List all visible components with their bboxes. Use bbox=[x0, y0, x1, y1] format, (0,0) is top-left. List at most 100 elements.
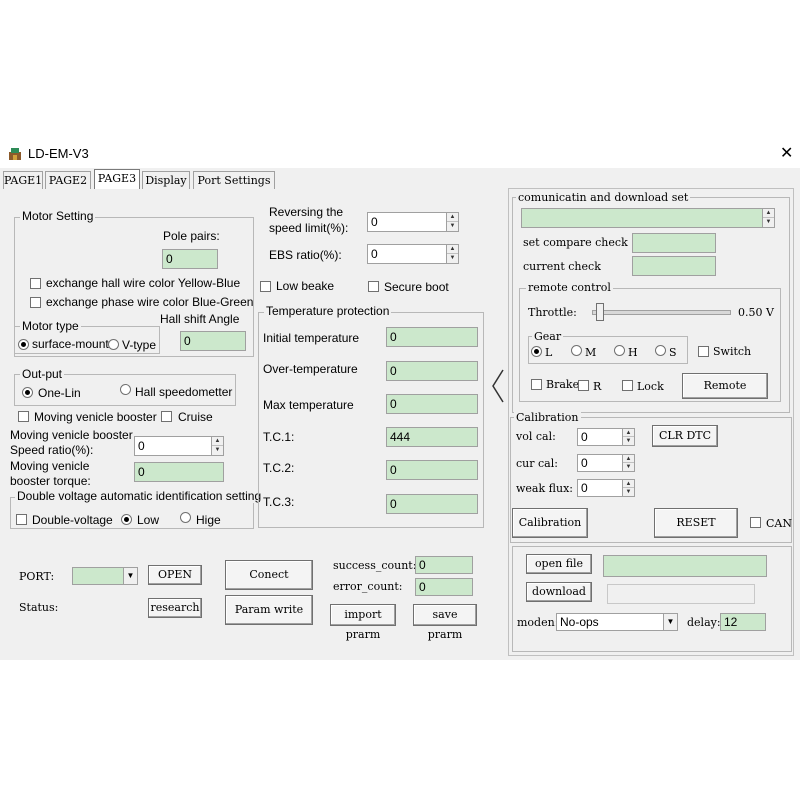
success-count-value: 0 bbox=[415, 556, 473, 574]
low-radio[interactable] bbox=[121, 514, 132, 525]
remote-button[interactable]: Remote bbox=[682, 373, 768, 399]
delay-input[interactable]: 12 bbox=[720, 613, 766, 631]
file-path-field[interactable] bbox=[603, 555, 767, 577]
ebs-label: EBS ratio(%): bbox=[269, 248, 342, 262]
current-check-field[interactable] bbox=[632, 256, 716, 276]
download-progress bbox=[607, 584, 755, 604]
calibration-title: Calibration bbox=[514, 411, 581, 424]
gear-h-radio[interactable] bbox=[614, 345, 625, 356]
research-button[interactable]: research bbox=[148, 598, 202, 618]
temp-row-input[interactable]: 444 bbox=[386, 427, 478, 447]
tab-display[interactable]: Display bbox=[142, 171, 190, 189]
gear-m-radio[interactable] bbox=[571, 345, 582, 356]
calibration-button[interactable]: Calibration bbox=[512, 508, 588, 538]
connect-button[interactable]: Conect bbox=[225, 560, 313, 590]
import-param-button[interactable]: import prarm bbox=[330, 604, 396, 641]
temp-row-input[interactable]: 0 bbox=[386, 394, 478, 414]
can-label: CAN bbox=[766, 517, 792, 530]
open-button[interactable]: OPEN bbox=[148, 565, 202, 585]
cruise-checkbox[interactable] bbox=[161, 411, 172, 422]
torque-label-line2: booster torque: bbox=[10, 474, 91, 488]
tab-page3[interactable]: PAGE3 bbox=[94, 169, 140, 189]
weak-flux-spinner[interactable]: ▲ ▼ bbox=[622, 480, 634, 496]
surface-mount-label: surface-mount bbox=[32, 337, 109, 351]
success-count-label: success_count: bbox=[333, 559, 417, 572]
phase-color-checkbox[interactable] bbox=[30, 297, 41, 308]
temp-row-label: Initial temperature bbox=[263, 331, 360, 345]
temp-row-label: T.C.2: bbox=[263, 461, 295, 475]
vol-cal-label: vol cal: bbox=[516, 430, 556, 443]
reset-button[interactable]: RESET bbox=[654, 508, 738, 538]
gear-l-radio[interactable] bbox=[531, 346, 542, 357]
lock-checkbox[interactable] bbox=[622, 380, 633, 391]
error-count-value: 0 bbox=[415, 578, 473, 596]
surface-mount-radio[interactable] bbox=[18, 339, 29, 350]
double-voltage-checkbox[interactable] bbox=[16, 514, 27, 525]
v-type-radio[interactable] bbox=[108, 339, 119, 350]
vol-cal-spinner[interactable]: ▲ ▼ bbox=[622, 429, 634, 445]
cruise-label: Cruise bbox=[178, 410, 213, 424]
temp-row-input[interactable]: 0 bbox=[386, 361, 478, 381]
secure-boot-label: Secure boot bbox=[384, 280, 449, 294]
high-radio[interactable] bbox=[180, 512, 191, 523]
comm-text-field[interactable] bbox=[521, 208, 775, 228]
throttle-handle[interactable] bbox=[596, 303, 604, 321]
booster-label: Moving venicle booster bbox=[34, 410, 157, 424]
speed-ratio-label-line1: Moving venicle booster bbox=[10, 428, 133, 442]
close-icon[interactable]: ✕ bbox=[780, 143, 793, 163]
moden-select[interactable]: No-ops bbox=[556, 613, 678, 631]
chevron-down-icon[interactable]: ▼ bbox=[123, 568, 137, 584]
ebs-spinner[interactable]: ▲ ▼ bbox=[446, 245, 458, 263]
one-lin-radio[interactable] bbox=[22, 387, 33, 398]
reverse-label-line1: Reversing the bbox=[269, 205, 344, 219]
cur-cal-spinner[interactable]: ▲ ▼ bbox=[622, 455, 634, 471]
gear-m-label: M bbox=[585, 346, 597, 359]
brake-label: Brake bbox=[546, 378, 580, 391]
torque-label-line1: Moving venicle bbox=[10, 459, 90, 473]
throttle-slider[interactable] bbox=[592, 303, 731, 321]
tab-page2[interactable]: PAGE2 bbox=[45, 171, 91, 189]
param-write-button[interactable]: Param write bbox=[225, 595, 313, 625]
tab-page1[interactable]: PAGE1 bbox=[3, 171, 43, 189]
chevron-left-icon[interactable] bbox=[490, 368, 506, 404]
tab-port-settings[interactable]: Port Settings bbox=[193, 171, 275, 189]
app-icon bbox=[9, 148, 21, 160]
secure-boot-checkbox[interactable] bbox=[368, 281, 379, 292]
can-checkbox[interactable] bbox=[750, 517, 761, 528]
hall-speedometer-radio[interactable] bbox=[120, 384, 131, 395]
save-param-button[interactable]: save prarm bbox=[413, 604, 477, 641]
temp-row-label: T.C.3: bbox=[263, 495, 295, 509]
comm-scroll[interactable]: ▲ ▼ bbox=[762, 209, 774, 227]
motor-type-title: Motor type bbox=[20, 319, 81, 333]
main-window: LD-EM-V3 ✕ PAGE1 PAGE2 PAGE3 Display Por… bbox=[0, 140, 800, 660]
reverse-label-line2: speed limit(%): bbox=[269, 221, 349, 235]
set-compare-field[interactable] bbox=[632, 233, 716, 253]
torque-input[interactable]: 0 bbox=[134, 462, 224, 482]
chevron-down-icon[interactable]: ▼ bbox=[663, 614, 677, 630]
temp-row-input[interactable]: 0 bbox=[386, 494, 478, 514]
brake-checkbox[interactable] bbox=[531, 379, 542, 390]
hall-color-checkbox[interactable] bbox=[30, 278, 41, 289]
low-brake-checkbox[interactable] bbox=[260, 281, 271, 292]
clr-dtc-button[interactable]: CLR DTC bbox=[652, 425, 718, 447]
r-checkbox[interactable] bbox=[578, 380, 589, 391]
comm-title: comunicatin and download set bbox=[516, 191, 691, 204]
cur-cal-label: cur cal: bbox=[516, 457, 558, 470]
hall-shift-input[interactable]: 0 bbox=[180, 331, 246, 351]
speed-ratio-spinner[interactable]: ▲ ▼ bbox=[211, 437, 223, 455]
download-button[interactable]: download bbox=[526, 582, 592, 602]
temp-row-input[interactable]: 0 bbox=[386, 460, 478, 480]
switch-checkbox[interactable] bbox=[698, 346, 709, 357]
gear-l-label: L bbox=[545, 346, 553, 359]
reverse-spinner[interactable]: ▲ ▼ bbox=[446, 213, 458, 231]
temp-row-input[interactable]: 0 bbox=[386, 327, 478, 347]
pole-pairs-input[interactable]: 0 bbox=[162, 249, 218, 269]
error-count-label: error_count: bbox=[333, 580, 403, 593]
remote-title: remote control bbox=[526, 281, 613, 294]
hall-speedometer-label: Hall speedometter bbox=[135, 385, 233, 399]
booster-checkbox[interactable] bbox=[18, 411, 29, 422]
open-file-button[interactable]: open file bbox=[526, 554, 592, 574]
temperature-title: Temperature protection bbox=[264, 304, 392, 318]
gear-s-radio[interactable] bbox=[655, 345, 666, 356]
hall-color-label: exchange hall wire color Yellow-Blue bbox=[46, 276, 241, 290]
